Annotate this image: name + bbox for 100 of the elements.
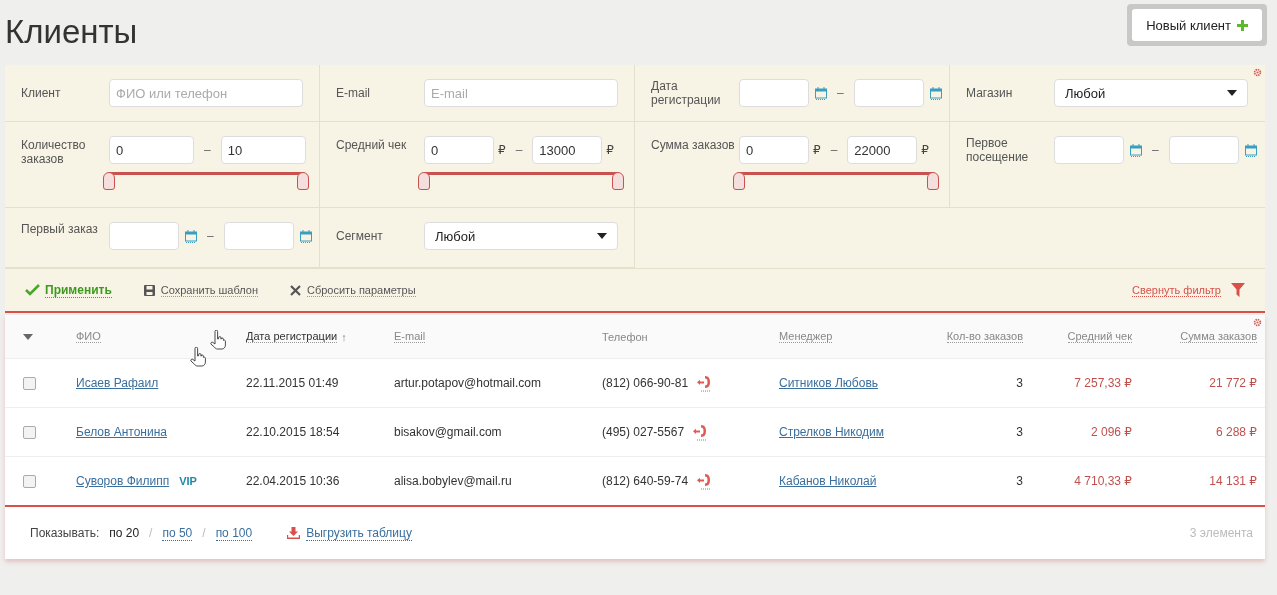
table-cell: artur.potapov@hotmail.com (394, 376, 541, 390)
save-template-link[interactable]: Сохранить шаблон (143, 283, 258, 297)
date-field[interactable] (223, 222, 294, 250)
date-field[interactable] (109, 222, 179, 250)
table-cell: 6 288 ₽ (1216, 425, 1257, 439)
collapse-filter-link[interactable]: Свернуть фильтр (1132, 283, 1245, 297)
separator: / (149, 526, 153, 540)
range-dash: – (207, 229, 214, 243)
filter-label: Первое посещение (966, 136, 1030, 164)
column-header[interactable]: Менеджер (779, 330, 833, 343)
table-cell: 14 131 ₽ (1209, 474, 1257, 488)
funnel-icon (1231, 283, 1245, 297)
select-dropdown[interactable]: Любой (1054, 79, 1248, 107)
table-cell: 3 (1016, 425, 1023, 439)
table-cell: bisakov@gmail.com (394, 425, 502, 439)
client-name-link[interactable]: Белов Антонина (76, 425, 167, 439)
filter-label: Сумма заказов (651, 137, 736, 152)
table-cell: 7 257,33 ₽ (1074, 376, 1132, 390)
range-dash: – (1152, 143, 1159, 157)
slider-thumb[interactable] (733, 172, 745, 190)
column-header[interactable]: E-mail (394, 330, 426, 343)
filter-label: E-mail (336, 85, 371, 100)
text-field[interactable]: ФИО или телефон (109, 79, 303, 107)
calendar-icon[interactable] (185, 229, 197, 243)
page-size-option[interactable]: по 100 (215, 525, 253, 541)
table-cell: 2 096 ₽ (1091, 425, 1132, 439)
sort-arrow: ↑ (341, 330, 347, 343)
filter-label: Средний чек (336, 137, 408, 152)
row-checkbox[interactable] (23, 376, 36, 390)
slider-thumb[interactable] (612, 172, 624, 190)
row-checkbox[interactable] (23, 474, 36, 488)
table-cell: 4 710,33 ₽ (1074, 474, 1132, 488)
table-cell: 22.04.2015 10:36 (246, 474, 340, 488)
currency-sign: ₽ (921, 143, 929, 157)
currency-sign: ₽ (498, 143, 506, 157)
text-field[interactable]: E-mail (424, 79, 618, 107)
table-cell: (812) 640-59-74 (602, 474, 689, 488)
manager-link[interactable]: Ситников Любовь (779, 376, 878, 390)
number-field[interactable]: 0 (739, 136, 809, 164)
check-icon (25, 284, 40, 296)
reset-link[interactable]: Сбросить параметры (289, 283, 416, 297)
column-header[interactable]: ФИО (76, 330, 101, 343)
new-client-button[interactable]: Новый клиент (1132, 9, 1262, 41)
client-name-link[interactable]: Суворов Филипп (76, 474, 170, 488)
column-header[interactable]: Телефон (602, 330, 648, 343)
date-field[interactable] (1054, 136, 1124, 164)
filter-label: Первый заказ (21, 222, 99, 236)
page-title: Клиенты (5, 13, 138, 51)
call-icon[interactable] (696, 374, 713, 392)
manager-link[interactable]: Кабанов Николай (779, 474, 877, 488)
apply-link[interactable]: Применить (25, 282, 112, 298)
settings-icon[interactable] (1253, 68, 1262, 77)
save-icon (143, 284, 155, 296)
currency-sign: ₽ (813, 143, 821, 157)
vip-label: VIP (179, 475, 197, 487)
slider-thumb[interactable] (418, 172, 430, 190)
column-header[interactable]: Дата регистрации (246, 330, 338, 343)
call-icon[interactable] (692, 423, 709, 441)
calendar-icon[interactable] (929, 86, 942, 100)
table-cell: 22.11.2015 01:49 (246, 376, 339, 390)
table-cell: (495) 027-5567 (602, 425, 685, 439)
table-cell: 3 (1016, 376, 1023, 390)
number-field[interactable]: 10 (220, 136, 306, 164)
manager-link[interactable]: Стрелков Никодим (779, 425, 884, 439)
caret-icon (1227, 90, 1237, 96)
select-dropdown[interactable]: Любой (424, 222, 618, 250)
close-icon (289, 284, 301, 296)
caret-icon[interactable] (23, 333, 33, 340)
calendar-icon[interactable] (1130, 143, 1142, 157)
settings-icon[interactable] (1253, 318, 1262, 327)
date-field[interactable] (1168, 136, 1239, 164)
slider-thumb[interactable] (297, 172, 309, 190)
slider-thumb[interactable] (103, 172, 115, 190)
date-field[interactable] (739, 79, 809, 107)
calendar-icon[interactable] (815, 86, 827, 100)
number-field[interactable]: 0 (424, 136, 494, 164)
date-field[interactable] (853, 79, 924, 107)
calendar-icon[interactable] (299, 229, 312, 243)
table-cell: 3 (1016, 474, 1023, 488)
row-checkbox[interactable] (23, 425, 36, 439)
column-header[interactable]: Кол-во заказов (946, 330, 1023, 343)
client-name-link[interactable]: Исаев Рафаил (76, 376, 159, 390)
hand-cursor-icon (210, 330, 226, 350)
number-field[interactable]: 0 (109, 136, 194, 164)
number-field[interactable]: 22000 (847, 136, 918, 164)
table-cell: 22.10.2015 18:54 (246, 425, 340, 439)
page-size-option[interactable]: по 20 (109, 526, 140, 540)
calendar-icon[interactable] (1244, 143, 1257, 157)
range-dash: – (515, 143, 523, 157)
call-icon[interactable] (696, 472, 713, 490)
table-cell: (812) 066-90-81 (602, 376, 689, 390)
page-size-option[interactable]: по 50 (162, 525, 193, 541)
number-field[interactable]: 13000 (532, 136, 603, 164)
export-table-link[interactable]: Выгрузить таблицу (287, 525, 412, 541)
column-header[interactable]: Сумма заказов (1180, 330, 1257, 343)
column-header[interactable]: Средний чек (1067, 330, 1132, 343)
filter-label: Сегмент (336, 228, 384, 243)
filter-label: Клиент (21, 85, 62, 100)
filter-label: Магазин (966, 85, 1014, 100)
slider-thumb[interactable] (927, 172, 939, 190)
